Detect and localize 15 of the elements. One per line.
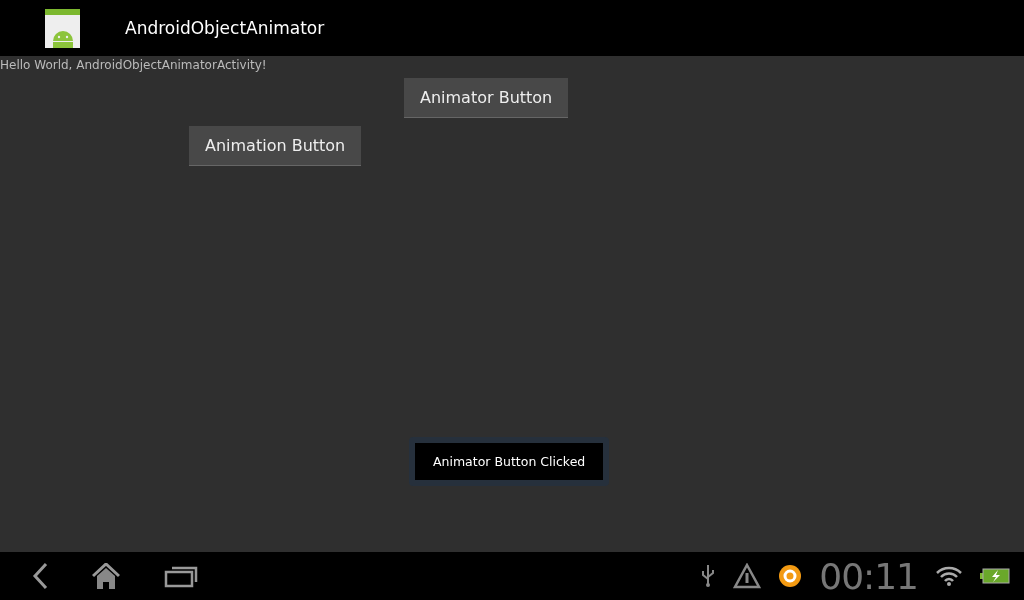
recent-apps-icon[interactable] — [164, 564, 198, 588]
warning-icon — [733, 563, 762, 589]
animated-button[interactable]: Animator Button — [404, 78, 569, 118]
ring-notification-icon — [779, 565, 802, 587]
app-title: AndroidObjectAnimator — [125, 18, 325, 38]
clock-time: 00:11 — [819, 555, 918, 597]
usb-icon — [701, 565, 716, 587]
home-icon[interactable] — [92, 563, 120, 589]
wifi-icon — [936, 566, 962, 586]
app-icon — [45, 8, 80, 48]
battery-charging-icon — [980, 568, 1010, 584]
toast-message: Animator Button Clicked — [409, 437, 610, 486]
animated-button[interactable]: Animation Button — [189, 126, 362, 166]
back-icon[interactable] — [32, 562, 48, 590]
hello-text: Hello World, AndroidObjectAnimatorActivity! — [0, 58, 267, 72]
